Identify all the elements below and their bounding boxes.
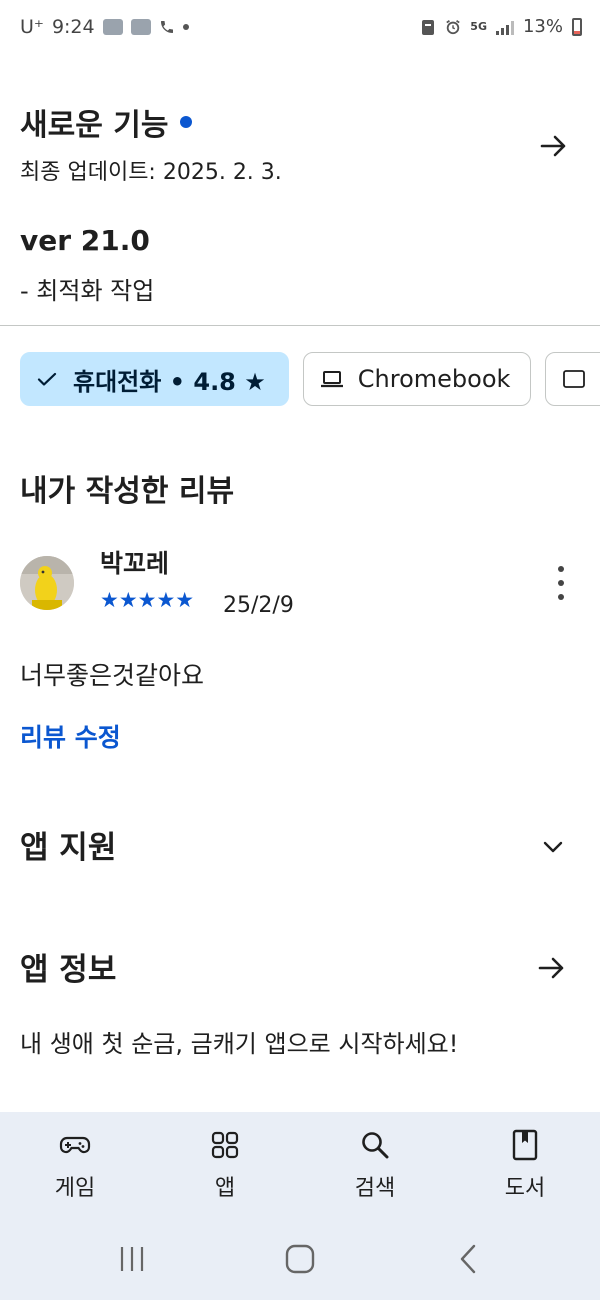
my-review-heading: 내가 작성한 리뷰 (20, 474, 235, 509)
nav-search-label: 검색 (354, 1176, 396, 1201)
chip-chromebook[interactable]: Chromebook (302, 352, 532, 406)
device-filter-chips: 휴대전화 • 4.8 ★ Chromebook 태 (20, 352, 600, 408)
more-notifications-dot (182, 24, 189, 30)
arrow-right-icon[interactable] (538, 130, 570, 162)
nav-search[interactable]: 검색 (300, 1112, 450, 1220)
nav-apps-label: 앱 (214, 1176, 236, 1201)
status-bar: U⁺ 9:24 5G 13% (0, 0, 600, 56)
alarm-icon (446, 19, 461, 34)
system-navigation-bar (0, 1220, 600, 1300)
carrier-label: U⁺ (20, 16, 44, 38)
search-icon (362, 1132, 389, 1159)
recent-apps-icon[interactable] (115, 1244, 149, 1274)
back-icon[interactable] (452, 1244, 486, 1274)
star-rating: ★★★★★ (100, 588, 195, 612)
signal-icon (495, 19, 514, 35)
avatar-image (20, 556, 74, 610)
new-indicator-dot (180, 116, 193, 128)
nav-books[interactable]: 도서 (450, 1112, 600, 1220)
more-options-icon[interactable] (552, 566, 570, 600)
app-info-title: 앱 정보 (20, 952, 117, 988)
notification-icon (102, 19, 123, 35)
reviewer-name: 박꼬레 (100, 549, 170, 578)
whats-new-header: 새로운 기능 (20, 100, 580, 144)
gamepad-icon (59, 1136, 91, 1154)
apps-grid-icon (211, 1131, 239, 1159)
chip-phone[interactable]: 휴대전화 • 4.8 ★ (20, 352, 289, 406)
edit-review-link[interactable]: 리뷰 수정 (20, 718, 121, 754)
nav-games[interactable]: 게임 (0, 1112, 150, 1220)
review-text: 너무좋은것같아요 (20, 661, 205, 690)
whats-new-title: 새로운 기능 (20, 108, 169, 143)
release-note: - 최적화 작업 (20, 277, 155, 305)
chip-tablet[interactable]: 태 (545, 352, 600, 406)
clipboard-icon (422, 19, 435, 35)
phone-icon (160, 21, 173, 33)
app-support-section[interactable]: 앱 지원 (20, 822, 580, 872)
nav-books-label: 도서 (504, 1176, 546, 1201)
battery-percent: 13% (522, 16, 563, 37)
nav-apps[interactable]: 앱 (150, 1112, 300, 1220)
chip-chromebook-label: Chromebook (357, 365, 511, 393)
bottom-navigation: 게임 앱 검색 도서 (0, 1112, 600, 1220)
home-icon[interactable] (283, 1244, 317, 1274)
tablet-icon (563, 370, 586, 388)
status-right: 5G 13% (420, 16, 582, 37)
app-info-section[interactable]: 앱 정보 (20, 944, 580, 994)
network-type: 5G (470, 20, 487, 33)
clock: 9:24 (51, 16, 95, 38)
last-updated: 최종 업데이트: 2025. 2. 3. (20, 160, 282, 185)
whats-new-section[interactable]: 새로운 기능 최종 업데이트: 2025. 2. 3. ver 21.0 - 최… (20, 100, 580, 310)
notification-icon (130, 19, 151, 35)
app-support-title: 앱 지원 (20, 830, 117, 866)
version-label: ver 21.0 (20, 224, 150, 257)
review-date: 25/2/9 (223, 593, 294, 618)
battery-icon (572, 17, 582, 36)
nav-games-label: 게임 (54, 1176, 96, 1201)
chevron-down-icon[interactable] (540, 834, 566, 860)
book-icon (512, 1129, 538, 1161)
avatar (20, 556, 74, 610)
section-divider (0, 325, 600, 326)
chip-phone-label: 휴대전화 • 4.8 ★ (73, 367, 266, 396)
app-description: 내 생애 첫 순금, 금캐기 앱으로 시작하세요! (20, 1030, 459, 1058)
reviewer-row: 박꼬레 ★★★★★ 25/2/9 (20, 542, 580, 622)
arrow-right-icon[interactable] (536, 952, 568, 984)
check-icon (37, 372, 57, 386)
laptop-icon (320, 371, 343, 388)
status-left: U⁺ 9:24 (20, 16, 189, 38)
